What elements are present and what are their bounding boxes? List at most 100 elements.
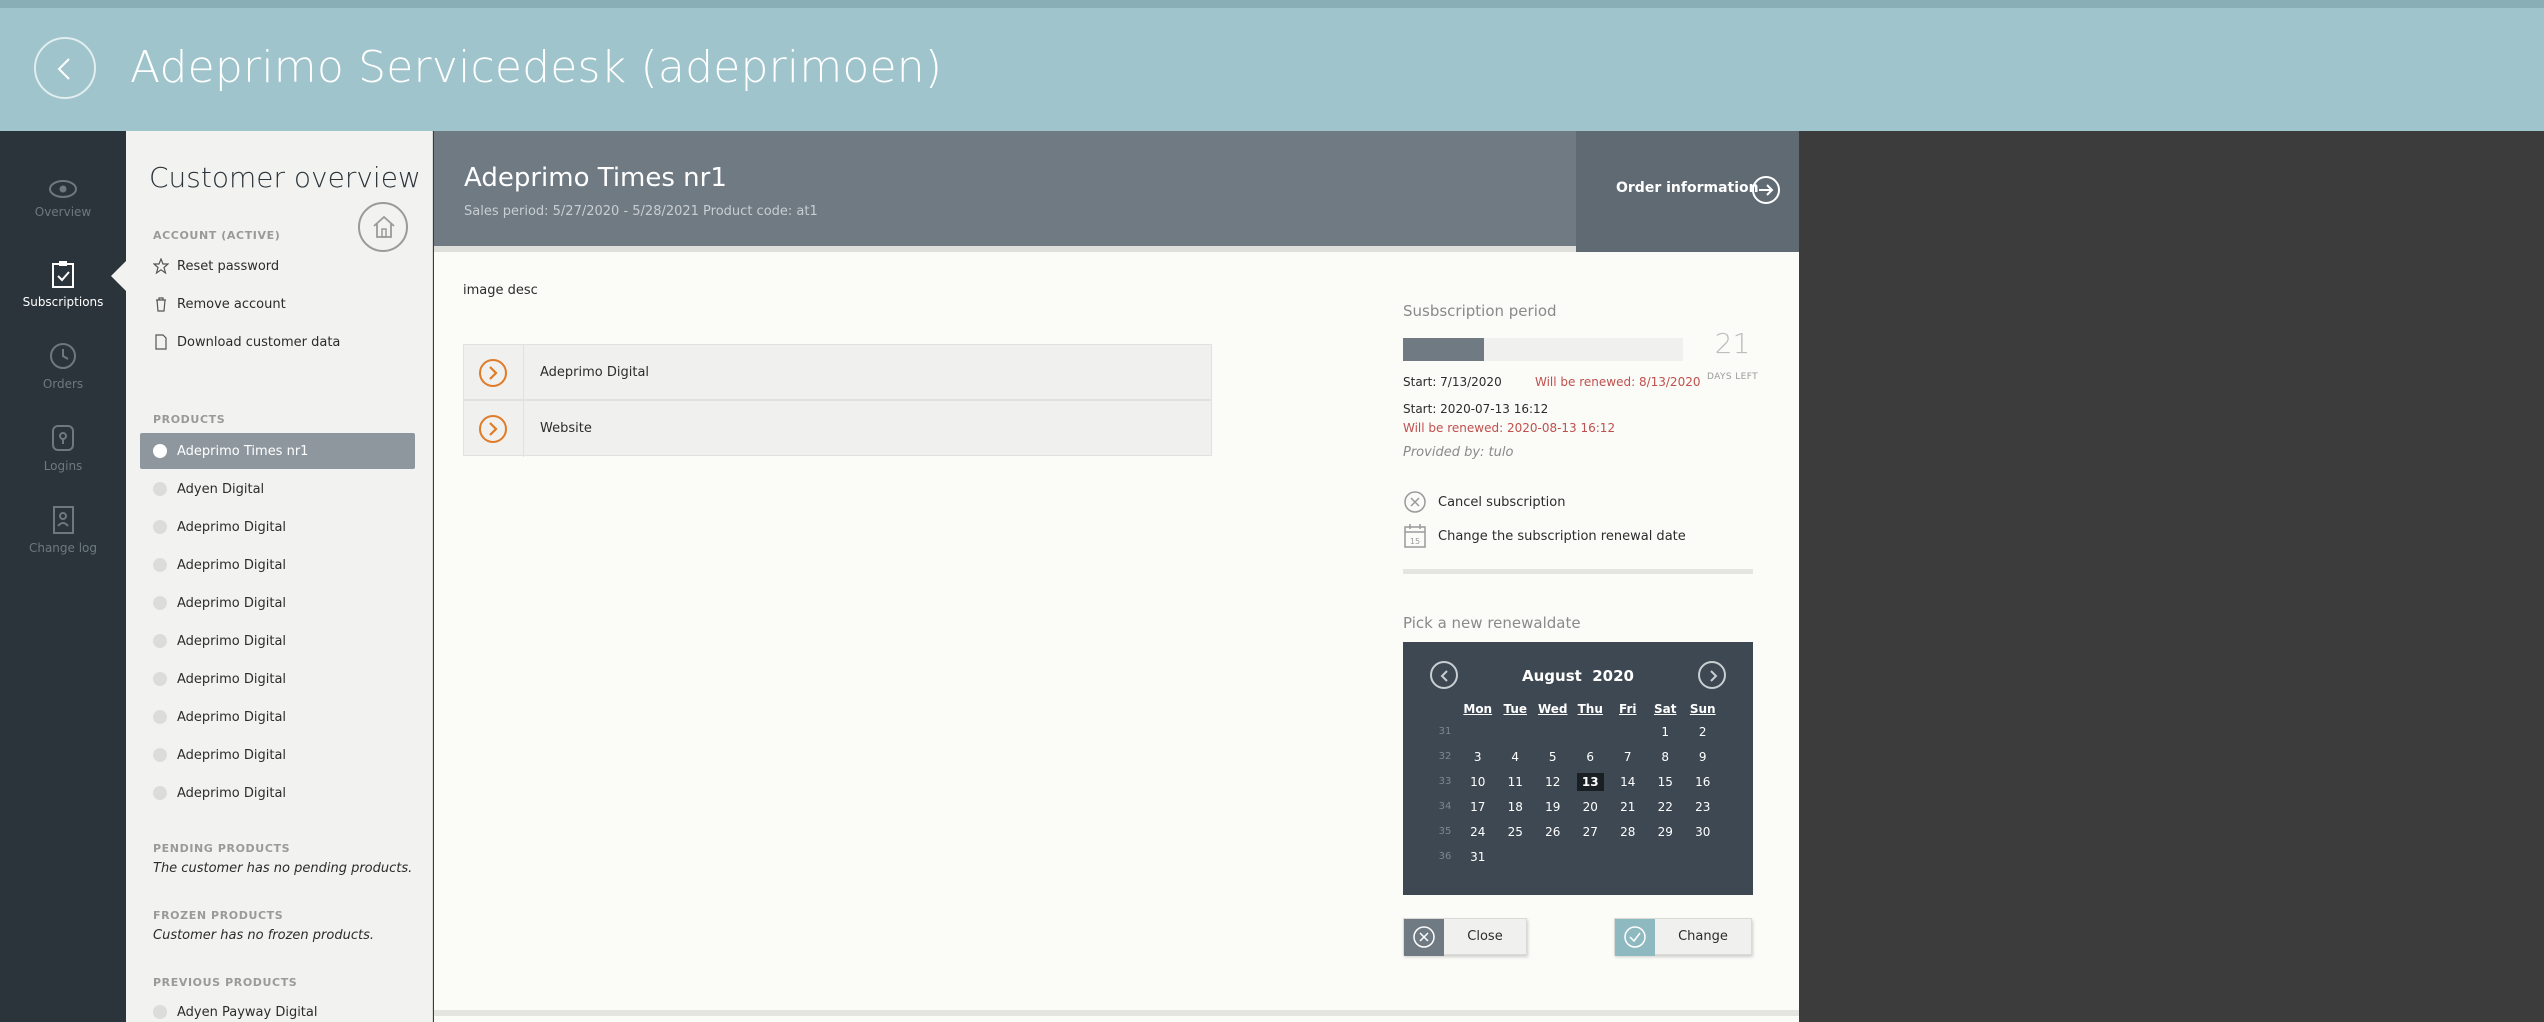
product-item[interactable]: Adeprimo Digital [140,661,415,697]
calendar-icon: 15 [1404,524,1426,548]
calendar-day[interactable]: 21 [1609,794,1647,819]
product-item[interactable]: Adyen Digital [140,471,415,507]
calendar-day[interactable]: 29 [1647,819,1685,844]
change-renewal-date-link[interactable]: 15 Change the subscription renewal date [1403,523,1686,549]
calendar-day[interactable]: 11 [1497,769,1535,794]
product-item[interactable]: Adeprimo Times nr1 [140,433,415,469]
calendar-day[interactable]: 27 [1572,819,1610,844]
download-data-link[interactable]: Download customer data [153,334,340,350]
calendar-day[interactable]: 6 [1572,744,1610,769]
calendar-day[interactable]: 13 [1572,769,1610,794]
product-item[interactable]: Adeprimo Digital [140,623,415,659]
link-label: Website [540,421,592,436]
trash-icon [156,297,166,312]
subscription-progress-bar [1403,338,1683,361]
order-information-button[interactable]: Order information [1576,131,1799,252]
calendar-day[interactable]: 4 [1497,744,1535,769]
calendar-day[interactable]: 2 [1684,719,1722,744]
product-item[interactable]: Adeprimo Digital [140,775,415,811]
nav-change-log[interactable]: Change log [0,505,126,577]
product-label: Adyen Digital [177,481,265,497]
product-link-row[interactable]: Adeprimo Digital [463,344,1212,401]
previous-product-item[interactable]: Adyen Payway Digital [140,994,415,1022]
product-label: Adeprimo Digital [177,747,287,763]
lock-icon [52,425,74,451]
reset-password-link[interactable]: Reset password [153,258,279,274]
link-label: Adeprimo Digital [540,365,650,380]
next-month-button[interactable] [1698,661,1726,689]
calendar-day-number: 17 [1470,799,1486,814]
product-item[interactable]: Adeprimo Digital [140,585,415,621]
week-number: 35 [1438,826,1452,837]
status-dot [153,634,167,648]
calendar-day[interactable]: 7 [1609,744,1647,769]
action-label: Remove account [177,296,286,312]
nav-overview[interactable]: Overview [0,179,126,251]
home-button[interactable] [358,202,408,252]
close-button-label: Close [1467,929,1503,944]
close-circle-icon [1404,491,1426,513]
product-title: Adeprimo Times nr1 [464,163,727,193]
remove-account-link[interactable]: Remove account [153,296,286,312]
calendar-day[interactable]: 24 [1459,819,1497,844]
calendar-day[interactable]: 28 [1609,819,1647,844]
calendar-empty-cell [1459,719,1497,744]
calendar-day[interactable]: 23 [1684,794,1722,819]
subscription-heading: Susbscription period [1403,302,1557,320]
calendar-day-number: 7 [1623,749,1632,764]
calendar-day[interactable]: 17 [1459,794,1497,819]
close-button[interactable]: Close [1403,918,1527,956]
calendar-day[interactable]: 30 [1684,819,1722,844]
calendar-day[interactable]: 22 [1647,794,1685,819]
calendar-day[interactable]: 18 [1497,794,1535,819]
calendar-day[interactable]: 14 [1609,769,1647,794]
calendar-day[interactable]: 12 [1534,769,1572,794]
calendar-empty-cell [1684,844,1722,869]
calendar-body: 31 1 2 32 3 4 5 6 7 8 9 33 10 11 12 13 14 15 16 34 17 18 19 20 2… [1431,719,1722,869]
calendar-week-row: 34 17 18 19 20 21 22 23 [1431,794,1722,819]
calendar-day[interactable]: 16 [1684,769,1722,794]
sidebar-title: Customer overview [149,161,421,194]
product-label: Adeprimo Digital [177,671,287,687]
nav-orders[interactable]: Orders [0,341,126,413]
cancel-subscription-link[interactable]: Cancel subscription [1403,490,1565,514]
calendar-day[interactable]: 25 [1497,819,1535,844]
status-dot [153,748,167,762]
product-item[interactable]: Adeprimo Digital [140,699,415,735]
status-dot [153,558,167,572]
product-label: Adyen Payway Digital [177,1004,318,1020]
calendar-day[interactable]: 31 [1459,844,1497,869]
progress-fill [1403,338,1485,361]
back-button[interactable] [34,37,96,99]
calendar-day[interactable]: 9 [1684,744,1722,769]
calendar-day[interactable]: 20 [1572,794,1610,819]
calendar-day[interactable]: 15 [1647,769,1685,794]
week-number: 31 [1438,726,1452,737]
calendar-day-number: 1 [1661,724,1670,739]
start-date-short: Start: 7/13/2020 [1403,375,1502,389]
nav-subscriptions[interactable]: Subscriptions [0,259,126,331]
calendar-day[interactable]: 8 [1647,744,1685,769]
calendar-day-number: 2 [1698,724,1707,739]
arrow-right-circle-icon [1752,176,1780,204]
calendar-empty-cell [1497,844,1535,869]
nav-logins[interactable]: Logins [0,423,126,495]
calendar-day[interactable]: 19 [1534,794,1572,819]
calendar-day[interactable]: 26 [1534,819,1572,844]
calendar-day-number: 21 [1620,799,1636,814]
calendar-day[interactable]: 5 [1534,744,1572,769]
calendar-day-number: 8 [1661,749,1670,764]
link-icon-cell [464,401,524,457]
product-item[interactable]: Adeprimo Digital [140,737,415,773]
product-link-row[interactable]: Website [463,400,1212,457]
calendar-day[interactable]: 1 [1647,719,1685,744]
calendar-day[interactable]: 10 [1459,769,1497,794]
product-item[interactable]: Adeprimo Digital [140,509,415,545]
calendar-day-number: 28 [1620,824,1636,839]
change-button[interactable]: Change [1614,918,1752,956]
calendar-day[interactable]: 3 [1459,744,1497,769]
change-renewal-date-label: Change the subscription renewal date [1438,528,1686,544]
product-item[interactable]: Adeprimo Digital [140,547,415,583]
products-heading: PRODUCTS [153,413,226,426]
calendar-day-number: 18 [1507,799,1523,814]
